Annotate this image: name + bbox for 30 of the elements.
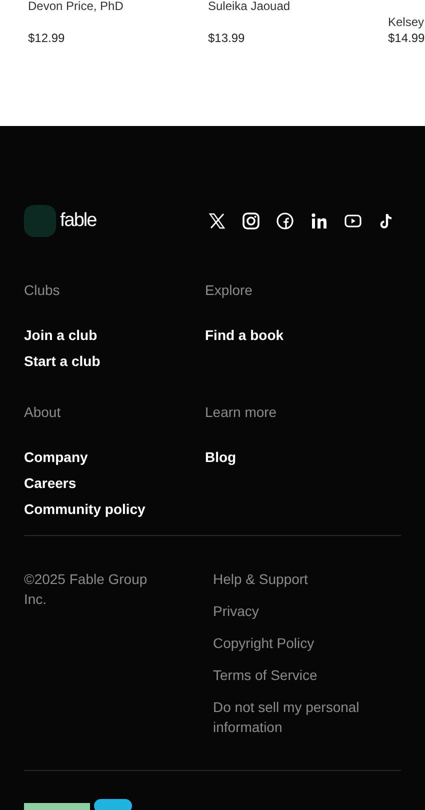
legal-link[interactable]: Privacy (213, 601, 259, 621)
book-price: $12.99 (28, 31, 66, 45)
footer-link[interactable]: Community policy (24, 496, 146, 522)
section-heading: Learn more (205, 404, 277, 420)
footer-link[interactable]: Find a book (205, 322, 284, 348)
brand-name[interactable]: fable (60, 210, 96, 232)
book-author: Devon Price, PhD (28, 0, 124, 13)
footer-link[interactable]: Blog (205, 444, 236, 470)
youtube-icon[interactable] (344, 212, 362, 230)
book-price: $14.99 (388, 31, 425, 45)
section-heading: Explore (205, 282, 252, 298)
book-author: Suleika Jaouad (208, 0, 292, 13)
instagram-icon[interactable] (242, 212, 260, 230)
section-heading: About (24, 404, 61, 420)
footer-link[interactable]: Careers (24, 470, 76, 496)
legal-link[interactable]: Terms of Service (213, 665, 318, 685)
partner-logo[interactable] (24, 798, 132, 810)
legal-link[interactable]: Help & Support (213, 569, 308, 589)
x-icon[interactable] (208, 212, 226, 230)
footer-link[interactable]: Join a club (24, 322, 98, 348)
section-heading: Clubs (24, 282, 60, 298)
footer-link[interactable]: Company (24, 444, 88, 470)
linkedin-icon[interactable] (310, 212, 328, 230)
facebook-icon[interactable] (276, 212, 294, 230)
legal-link[interactable]: Do not sell my personal information (213, 697, 383, 737)
footer-link[interactable]: Start a club (24, 348, 100, 374)
book-price: $13.99 (208, 31, 246, 45)
legal-link[interactable]: Copyright Policy (213, 633, 314, 653)
copyright-text: ©2025 Fable Group Inc. (24, 570, 148, 609)
book-author: Kelsey (388, 15, 425, 29)
